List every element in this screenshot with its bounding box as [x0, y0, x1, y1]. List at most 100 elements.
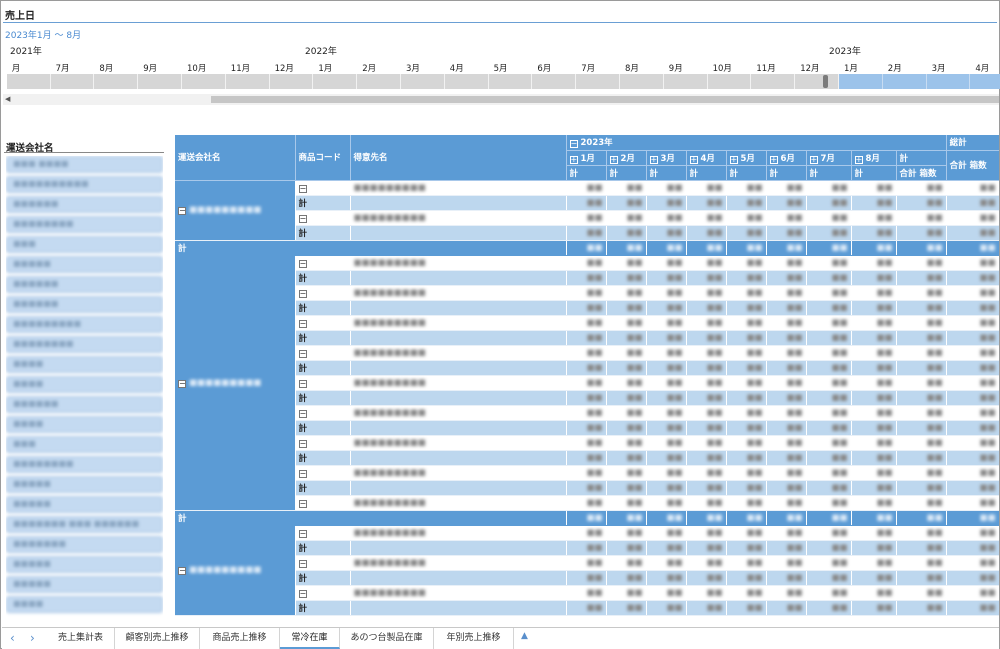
- product-cell[interactable]: −: [295, 315, 351, 331]
- value-cell[interactable]: ■■: [946, 240, 999, 256]
- value-cell[interactable]: ■■: [566, 570, 607, 586]
- value-cell[interactable]: ■■: [896, 180, 947, 196]
- timeline-month-cell[interactable]: [882, 74, 927, 89]
- value-cell[interactable]: ■■: [646, 480, 687, 496]
- value-cell[interactable]: ■■: [646, 315, 687, 331]
- product-cell[interactable]: −: [295, 465, 351, 481]
- value-cell[interactable]: ■■: [566, 495, 607, 511]
- value-cell[interactable]: ■■: [566, 435, 607, 451]
- value-cell[interactable]: ■■: [766, 225, 807, 241]
- value-cell[interactable]: ■■: [946, 510, 999, 526]
- slicer-item[interactable]: ■■■: [6, 236, 163, 253]
- value-cell[interactable]: ■■: [946, 195, 999, 211]
- value-cell[interactable]: ■■: [726, 465, 767, 481]
- value-cell[interactable]: ■■: [896, 570, 947, 586]
- value-cell[interactable]: ■■: [726, 345, 767, 361]
- value-cell[interactable]: ■■: [646, 210, 687, 226]
- value-cell[interactable]: ■■: [686, 300, 727, 316]
- value-cell[interactable]: ■■: [896, 510, 947, 526]
- value-cell[interactable]: ■■: [646, 225, 687, 241]
- expand-icon[interactable]: +: [854, 155, 863, 164]
- value-cell[interactable]: ■■: [726, 225, 767, 241]
- value-cell[interactable]: ■■: [726, 570, 767, 586]
- value-cell[interactable]: ■■: [806, 600, 852, 616]
- col-header-month[interactable]: +8月: [851, 150, 897, 166]
- value-cell[interactable]: ■■: [806, 420, 852, 436]
- value-cell[interactable]: ■■: [896, 405, 947, 421]
- col-header-carrier[interactable]: 運送会社名: [175, 135, 296, 181]
- value-cell[interactable]: ■■: [686, 600, 727, 616]
- collapse-icon[interactable]: −: [298, 184, 307, 193]
- value-cell[interactable]: ■■: [946, 600, 999, 616]
- value-cell[interactable]: ■■: [566, 420, 607, 436]
- value-cell[interactable]: ■■: [566, 330, 607, 346]
- slicer-item[interactable]: ■■■: [6, 436, 163, 453]
- slicer-item[interactable]: ■■■■: [6, 416, 163, 433]
- timeline-month-cell[interactable]: [576, 74, 620, 89]
- carrier-cell[interactable]: − ■■■■■■■■■: [175, 525, 296, 616]
- value-cell[interactable]: ■■: [806, 240, 852, 256]
- value-cell[interactable]: ■■: [646, 285, 687, 301]
- timeline-scroll-thumb[interactable]: [211, 96, 999, 103]
- value-cell[interactable]: ■■: [851, 255, 897, 271]
- timeline-month-cell[interactable]: [269, 74, 314, 89]
- value-cell[interactable]: ■■: [851, 390, 897, 406]
- slicer-item[interactable]: ■■■■: [6, 376, 163, 393]
- value-cell[interactable]: ■■: [606, 390, 647, 406]
- value-cell[interactable]: ■■: [686, 270, 727, 286]
- value-cell[interactable]: ■■: [686, 495, 727, 511]
- value-cell[interactable]: ■■: [646, 495, 687, 511]
- slicer-item[interactable]: ■■■ ■■■■: [6, 156, 163, 173]
- value-cell[interactable]: ■■: [566, 300, 607, 316]
- value-cell[interactable]: ■■: [686, 405, 727, 421]
- value-cell[interactable]: ■■: [896, 345, 947, 361]
- value-cell[interactable]: ■■: [646, 600, 687, 616]
- value-cell[interactable]: ■■: [646, 435, 687, 451]
- collapse-icon[interactable]: −: [298, 289, 307, 298]
- timeline-month-cell[interactable]: [225, 74, 270, 89]
- value-cell[interactable]: ■■: [896, 300, 947, 316]
- value-cell[interactable]: ■■: [726, 555, 767, 571]
- value-cell[interactable]: ■■: [566, 450, 607, 466]
- slicer-item[interactable]: ■■■■■: [6, 496, 163, 513]
- col-header-month[interactable]: +2月: [606, 150, 647, 166]
- value-cell[interactable]: ■■: [686, 240, 727, 256]
- expand-icon[interactable]: +: [649, 155, 658, 164]
- value-cell[interactable]: ■■: [946, 180, 999, 196]
- value-cell[interactable]: ■■: [686, 525, 727, 541]
- slicer-item[interactable]: ■■■■■■: [6, 276, 163, 293]
- value-cell[interactable]: ■■: [851, 435, 897, 451]
- value-cell[interactable]: ■■: [946, 525, 999, 541]
- value-cell[interactable]: ■■: [606, 465, 647, 481]
- value-cell[interactable]: ■■: [851, 270, 897, 286]
- value-cell[interactable]: ■■: [686, 480, 727, 496]
- value-cell[interactable]: ■■: [766, 555, 807, 571]
- value-cell[interactable]: ■■: [566, 540, 607, 556]
- value-cell[interactable]: ■■: [726, 330, 767, 346]
- collapse-icon[interactable]: −: [298, 529, 307, 538]
- value-cell[interactable]: ■■: [646, 540, 687, 556]
- value-cell[interactable]: ■■: [566, 345, 607, 361]
- value-cell[interactable]: ■■: [851, 480, 897, 496]
- value-cell[interactable]: ■■: [946, 210, 999, 226]
- timeline-month-cell[interactable]: [839, 74, 883, 89]
- value-cell[interactable]: ■■: [726, 540, 767, 556]
- value-cell[interactable]: ■■: [806, 465, 852, 481]
- value-cell[interactable]: ■■: [686, 465, 727, 481]
- expand-icon[interactable]: +: [769, 155, 778, 164]
- sheet-tab[interactable]: 常冷在庫: [280, 628, 340, 649]
- value-cell[interactable]: ■■: [566, 510, 607, 526]
- value-cell[interactable]: ■■: [726, 315, 767, 331]
- value-cell[interactable]: ■■: [851, 330, 897, 346]
- value-cell[interactable]: ■■: [646, 555, 687, 571]
- value-cell[interactable]: ■■: [766, 345, 807, 361]
- slicer-item[interactable]: ■■■■: [6, 356, 163, 373]
- value-cell[interactable]: ■■: [686, 285, 727, 301]
- value-cell[interactable]: ■■: [851, 405, 897, 421]
- value-cell[interactable]: ■■: [726, 600, 767, 616]
- value-cell[interactable]: ■■: [766, 540, 807, 556]
- value-cell[interactable]: ■■: [686, 255, 727, 271]
- value-cell[interactable]: ■■: [726, 390, 767, 406]
- sheet-tab[interactable]: 年別売上推移: [434, 628, 514, 649]
- value-cell[interactable]: ■■: [946, 255, 999, 271]
